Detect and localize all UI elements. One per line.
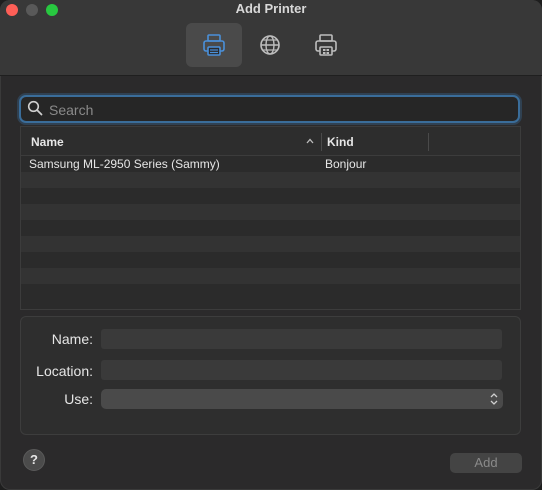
use-label: Use: [64,391,93,407]
table-row [21,172,520,188]
window-title: Add Printer [235,1,307,16]
column-header-kind[interactable]: Kind [327,127,354,155]
ip-globe-icon [260,35,280,55]
chevron-up-down-icon [490,393,498,405]
printer-details-panel: Name: Location: Use: [20,316,521,435]
name-label: Name: [51,331,93,347]
table-row [21,252,520,268]
search-icon [27,100,43,116]
help-button[interactable]: ? [23,449,45,471]
add-printer-window: Add Printer Search Name Kind Samsung ML-… [0,0,542,490]
sort-ascending-chevron-icon[interactable] [305,136,315,146]
table-row [21,268,520,284]
default-printer-icon [203,34,225,56]
use-driver-select[interactable] [101,389,503,409]
search-field[interactable] [19,95,520,123]
column-divider[interactable] [321,133,322,151]
location-field[interactable] [101,360,502,380]
windows-printer-icon [315,34,337,56]
column-divider[interactable] [428,133,429,151]
printer-list-table: Name Kind Samsung ML-2950 Series (Sammy)… [20,126,521,310]
table-row [21,236,520,252]
table-row[interactable]: Samsung ML-2950 Series (Sammy) Bonjour [21,156,520,172]
add-button[interactable]: Add [450,453,522,473]
table-row [21,188,520,204]
tab-ip-printer[interactable] [242,23,298,67]
table-row [21,204,520,220]
tab-default-printers[interactable] [186,23,242,67]
toolbar: Add Printer [0,0,542,76]
name-field[interactable] [101,329,502,349]
table-row [21,220,520,236]
tab-windows-printer[interactable] [298,23,354,67]
search-input[interactable] [47,97,511,123]
table-row [21,284,520,300]
location-label: Location: [36,363,93,379]
printer-name-cell: Samsung ML-2950 Series (Sammy) [29,157,220,171]
printer-kind-cell: Bonjour [325,157,367,171]
column-header-name[interactable]: Name [31,127,64,155]
table-header: Name Kind [21,127,520,156]
table-body: Samsung ML-2950 Series (Sammy) Bonjour [21,156,520,300]
